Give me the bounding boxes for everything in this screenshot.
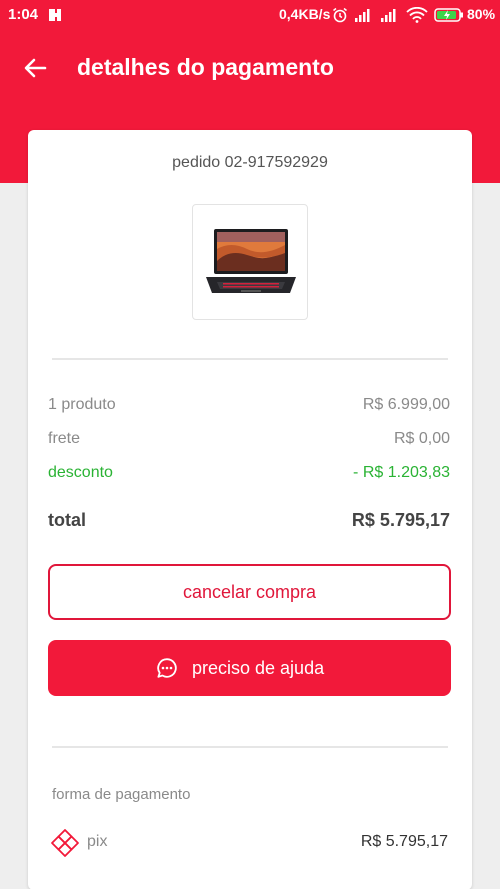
product-label: 1 produto <box>48 396 116 413</box>
page-title: detalhes do pagamento <box>77 54 334 80</box>
status-bar: 1:04 0,4KB/s 80% <box>0 0 500 30</box>
signal-icon <box>381 9 396 22</box>
total-value: R$ 5.795,17 <box>351 510 450 530</box>
payment-amount: R$ 5.795,17 <box>360 833 448 850</box>
summary-row-total: total R$ 5.795,17 <box>48 510 450 531</box>
discount-label: desconto <box>48 464 113 481</box>
battery-percentage: 80% <box>467 6 496 22</box>
help-button[interactable]: preciso de ajuda <box>48 640 451 696</box>
cancel-order-button[interactable]: cancelar compra <box>48 564 451 620</box>
shipping-label: frete <box>48 430 81 447</box>
divider <box>52 746 448 748</box>
order-id: pedido 02-917592929 <box>172 154 328 171</box>
discount-value: - R$ 1.203,83 <box>353 464 450 481</box>
battery-icon <box>434 8 463 22</box>
help-button-label: preciso de ajuda <box>192 658 325 678</box>
total-label: total <box>48 510 86 530</box>
laptop-image <box>206 229 296 293</box>
back-arrow-icon[interactable] <box>22 55 48 81</box>
summary-row-shipping: frete R$ 0,00 <box>48 430 450 448</box>
product-thumbnail[interactable] <box>192 204 308 320</box>
chat-icon <box>157 658 177 678</box>
network-speed: 0,4KB/s <box>279 6 331 22</box>
summary-row-discount: desconto - R$ 1.203,83 <box>48 464 450 482</box>
payment-method-label: forma de pagamento <box>52 786 191 803</box>
pix-icon <box>51 829 79 857</box>
product-value: R$ 6.999,00 <box>362 396 450 413</box>
signal-icon <box>355 9 370 22</box>
app-bar: detalhes do pagamento <box>0 40 500 96</box>
payment-details-card: pedido 02-917592929 1 produto R$ 6.999,0… <box>28 130 472 889</box>
summary-row-product: 1 produto R$ 6.999,00 <box>48 396 450 414</box>
shipping-value: R$ 0,00 <box>393 430 450 447</box>
alarm-icon <box>333 7 347 23</box>
divider <box>52 358 448 360</box>
payment-method-name: pix <box>87 833 108 850</box>
status-time: 1:04 <box>8 6 39 23</box>
notification-icon <box>49 9 61 21</box>
wifi-icon <box>406 7 428 23</box>
